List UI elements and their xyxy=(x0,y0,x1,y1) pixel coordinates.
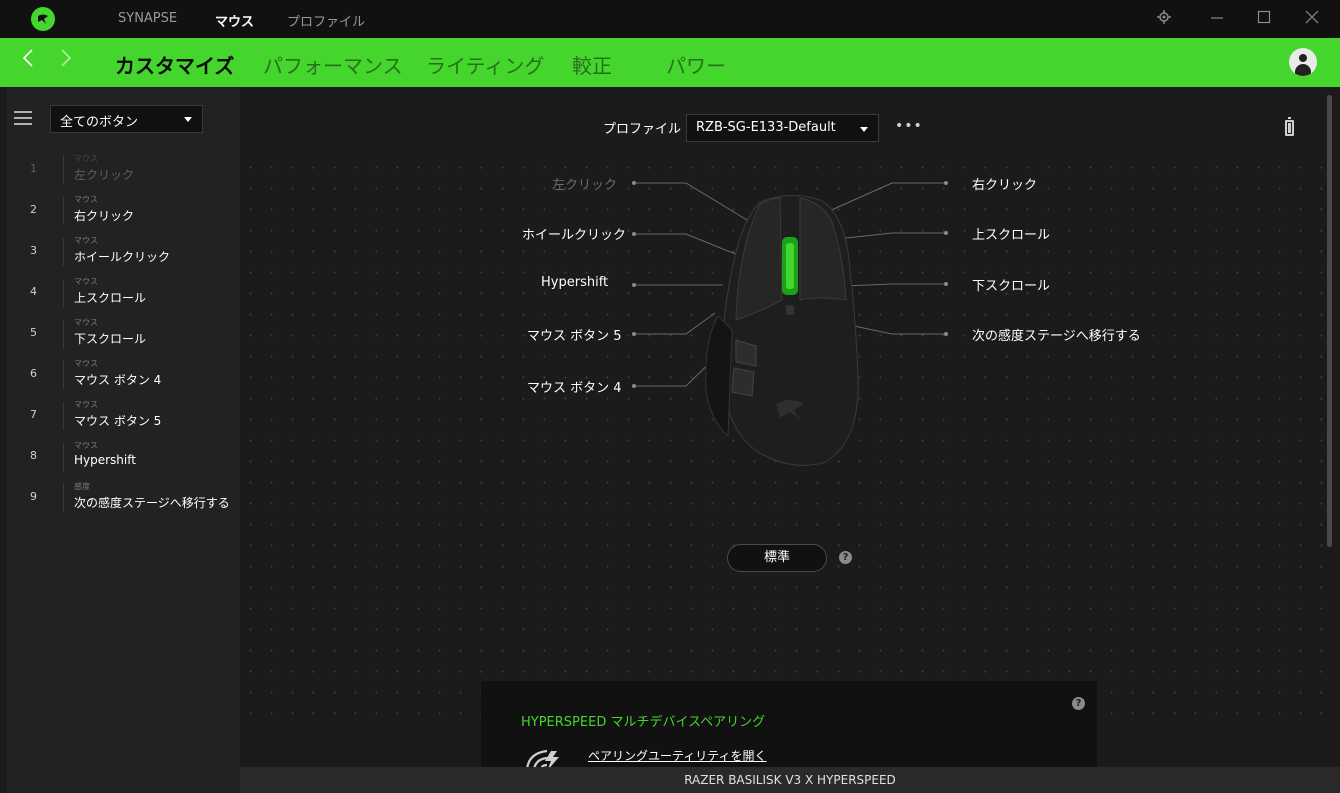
nav-lighting[interactable]: ライティング xyxy=(426,50,544,79)
mapping-label-wheel-click[interactable]: ホイールクリック xyxy=(522,224,626,243)
button-name: マウス ボタン 5 xyxy=(74,414,162,428)
button-name: 下スクロール xyxy=(74,332,147,346)
title-bar: SYNAPSE マウス プロファイル xyxy=(0,0,1340,38)
list-item-button-3[interactable]: 3 マウス ホイールクリック xyxy=(7,233,240,274)
button-category: マウス xyxy=(74,154,98,163)
button-name: 次の感度ステージへ移行する xyxy=(74,496,230,510)
help-icon[interactable]: ? xyxy=(1072,697,1085,710)
vertical-scrollbar[interactable] xyxy=(1327,95,1332,547)
more-options-icon[interactable]: ••• xyxy=(895,118,923,134)
razer-logo-icon[interactable] xyxy=(31,7,55,31)
button-category: マウス xyxy=(74,318,98,327)
list-item-button-7[interactable]: 7 マウス マウス ボタン 5 xyxy=(7,397,240,438)
button-category: マウス xyxy=(74,277,98,286)
button-category: マウス xyxy=(74,236,98,245)
button-list: 1 マウス 左クリック 2 マウス 右クリック 3 マウス ホイールクリック 4… xyxy=(7,151,240,520)
button-name: 左クリック xyxy=(74,168,135,182)
button-number: 1 xyxy=(30,162,37,175)
button-number: 3 xyxy=(30,244,37,257)
nav-power[interactable]: パワー xyxy=(666,50,726,79)
button-list-sidebar: 全てのボタン 1 マウス 左クリック 2 マウス 右クリック 3 マウス ホイー… xyxy=(7,87,240,793)
list-item-button-6[interactable]: 6 マウス マウス ボタン 4 xyxy=(7,356,240,397)
list-item-button-4[interactable]: 4 マウス 上スクロール xyxy=(7,274,240,315)
mapping-label-mouse-button-4[interactable]: マウス ボタン 4 xyxy=(527,377,622,396)
button-filter-value: 全てのボタン xyxy=(60,115,139,130)
nav-performance[interactable]: パフォーマンス xyxy=(263,50,403,79)
list-item-button-8[interactable]: 8 マウス Hypershift xyxy=(7,438,240,479)
help-icon[interactable]: ? xyxy=(839,551,852,564)
mapping-label-scroll-up[interactable]: 上スクロール xyxy=(972,224,1050,243)
mapping-label-scroll-down[interactable]: 下スクロール xyxy=(972,275,1050,294)
chevron-down-icon xyxy=(184,117,192,122)
tab-profiles[interactable]: プロファイル xyxy=(287,11,365,30)
button-name: マウス ボタン 4 xyxy=(74,373,162,387)
device-name: RAZER BASILISK V3 X HYPERSPEED xyxy=(684,773,896,787)
open-pairing-utility-link[interactable]: ペアリングユーティリティを開く xyxy=(588,747,767,764)
button-category: マウス xyxy=(74,400,98,409)
settings-icon[interactable] xyxy=(1155,10,1173,28)
button-number: 8 xyxy=(30,449,37,462)
button-number: 7 xyxy=(30,408,37,421)
mapping-label-sensitivity-stage-up[interactable]: 次の感度ステージへ移行する xyxy=(972,325,1141,344)
button-name: ホイールクリック xyxy=(74,250,171,264)
card-title: HYPERSPEED マルチデバイスペアリング xyxy=(521,715,766,730)
mapping-label-mouse-button-5[interactable]: マウス ボタン 5 xyxy=(527,325,622,344)
standard-view-button[interactable]: 標準 xyxy=(727,544,827,572)
tab-mouse[interactable]: マウス xyxy=(215,11,254,30)
button-name: 上スクロール xyxy=(74,291,147,305)
list-item-button-1[interactable]: 1 マウス 左クリック xyxy=(7,151,240,192)
nav-calibration[interactable]: 較正 xyxy=(572,50,612,79)
hyperspeed-pairing-card: ? HYPERSPEED マルチデバイスペアリング ペアリングユーティリティを開… xyxy=(481,681,1097,767)
minimize-icon[interactable] xyxy=(1208,10,1226,28)
list-item-button-2[interactable]: 2 マウス 右クリック xyxy=(7,192,240,233)
button-category: マウス xyxy=(74,195,98,204)
nav-customize[interactable]: カスタマイズ xyxy=(115,50,234,79)
wireless-pairing-icon xyxy=(521,747,575,767)
chevron-down-icon xyxy=(860,127,868,132)
section-nav-bar: カスタマイズ パフォーマンス ライティング 較正 パワー xyxy=(0,38,1340,87)
mapping-label-right-click[interactable]: 右クリック xyxy=(972,174,1037,193)
button-number: 9 xyxy=(30,490,37,503)
button-number: 4 xyxy=(30,285,37,298)
button-number: 5 xyxy=(30,326,37,339)
dot-grid-background xyxy=(240,157,1325,727)
device-footer: RAZER BASILISK V3 X HYPERSPEED xyxy=(240,767,1340,793)
back-arrow-icon[interactable] xyxy=(22,48,34,74)
profile-label: プロファイル xyxy=(603,122,682,137)
profile-dropdown[interactable]: RZB-SG-E133-Default xyxy=(686,114,879,142)
button-category: マウス xyxy=(74,359,98,368)
button-number: 6 xyxy=(30,367,37,380)
button-category: 感度 xyxy=(74,482,90,491)
list-item-button-5[interactable]: 5 マウス 下スクロール xyxy=(7,315,240,356)
maximize-icon[interactable] xyxy=(1255,10,1273,28)
mapping-label-hypershift[interactable]: Hypershift xyxy=(541,275,608,290)
mapping-label-left-click[interactable]: 左クリック xyxy=(552,174,617,193)
forward-arrow-icon[interactable] xyxy=(60,48,72,74)
list-item-button-9[interactable]: 9 感度 次の感度ステージへ移行する xyxy=(7,479,240,520)
battery-icon xyxy=(1285,117,1294,136)
profile-value: RZB-SG-E133-Default xyxy=(696,120,836,135)
hamburger-menu-icon[interactable] xyxy=(14,111,32,125)
button-number: 2 xyxy=(30,203,37,216)
close-icon[interactable] xyxy=(1303,10,1321,28)
user-icon xyxy=(1299,54,1307,62)
button-name: 右クリック xyxy=(74,209,135,223)
user-avatar[interactable] xyxy=(1289,48,1317,76)
customize-panel xyxy=(240,87,1340,767)
button-category: マウス xyxy=(74,441,98,450)
button-name: Hypershift xyxy=(74,453,136,467)
tab-synapse[interactable]: SYNAPSE xyxy=(118,11,177,26)
button-filter-dropdown[interactable]: 全てのボタン xyxy=(50,105,203,133)
